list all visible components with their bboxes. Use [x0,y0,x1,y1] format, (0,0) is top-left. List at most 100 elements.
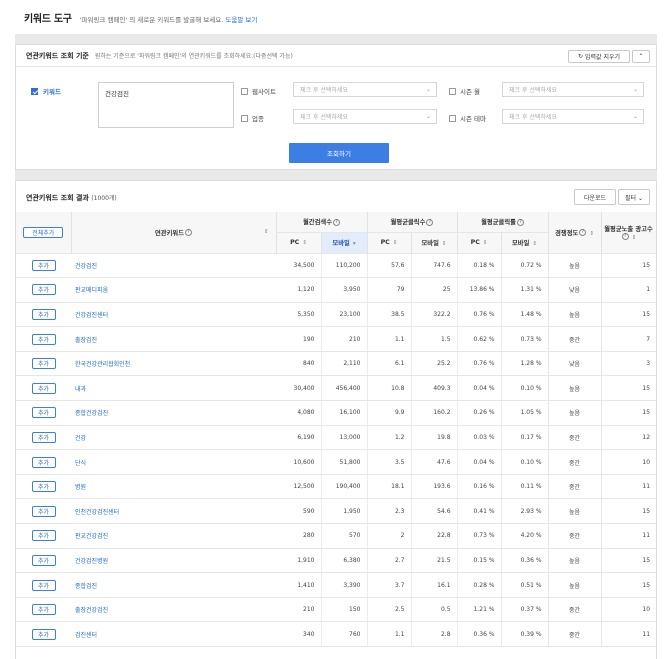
season-theme-checkbox[interactable] [449,114,456,122]
help-link[interactable]: 도움말 보기 [225,16,257,24]
website-checkbox[interactable] [241,87,248,95]
search-pc-label: PC [290,239,300,246]
keyword-link[interactable]: 판교메디피움 [71,277,276,303]
add-keyword-button[interactable]: 추가 [31,604,56,616]
ctr-pc-cell: 0.04 % [456,449,502,475]
search-mobile-cell: 110,200 [320,253,367,279]
add-cell: 추가 [16,351,71,377]
keyword-link[interactable]: 병원 [71,474,276,500]
search-mobile-header[interactable]: 모바일 ▾ [321,232,368,254]
add-keyword-button[interactable]: 추가 [31,358,56,370]
search-pc-header[interactable]: PC ⇕ [276,232,322,254]
keyword-link[interactable]: 건강 [71,425,276,451]
add-keyword-button[interactable]: 추가 [31,284,56,296]
keyword-link[interactable]: 출장건강검진 [71,597,276,623]
keyword-textarea[interactable]: 건강검진 [98,82,234,128]
add-cell: 추가 [16,326,71,352]
ctr-pc-label: PC [470,239,480,246]
keyword-link[interactable]: 검진센터 [71,621,276,647]
add-keyword-button[interactable]: 추가 [31,333,56,345]
search-mobile-cell: 570 [320,523,367,549]
industry-option[interactable]: 업종 [241,113,264,123]
keyword-link[interactable]: 판교건강검진 [71,523,276,549]
search-mobile-cell: 3,390 [320,572,367,598]
keyword-link[interactable]: 한국건강관리협회인천 [71,351,276,377]
table-row: 추가 건강검진 34,500 110,200 57.6 747.6 0.18 % 0.72 %… [16,253,656,279]
keyword-link[interactable]: 출장검진 [71,326,276,352]
table-row: 추가 종합건강검진 4,080 16,100 9.9 160.2 0.26 % 1.05 % 높… [16,400,656,426]
add-keyword-button[interactable]: 추가 [31,431,56,443]
search-pc-cell: 1,410 [276,572,321,598]
season-theme-option[interactable]: 시즌 테마 [449,113,486,123]
keyword-link[interactable]: 건강검진병원 [71,548,276,574]
season-month-select[interactable]: 체크 후 선택하세요 ⌄ [502,82,644,97]
add-keyword-button[interactable]: 추가 [31,382,56,394]
keyword-link[interactable]: 건강검진 [71,253,276,279]
clicks-mobile-cell: 22.8 [410,523,458,549]
help-icon[interactable]: ? [426,218,434,226]
keyword-column-header[interactable]: 연관키워드? ⇕ [71,212,277,254]
keyword-link[interactable]: 인천건강검진센터 [71,498,276,525]
keyword-checkbox-group[interactable]: 키워드 [31,86,61,96]
add-keyword-button[interactable]: 추가 [31,579,56,591]
add-keyword-button[interactable]: 추가 [31,628,56,640]
add-keyword-button[interactable]: 추가 [31,456,56,468]
search-pc-cell: 1,120 [276,277,321,303]
keyword-link[interactable]: 건강검진센터 [71,302,276,328]
chevron-up-icon: ⌃ [638,53,644,60]
keyword-link[interactable]: 종합검진 [71,572,276,598]
help-icon[interactable]: ? [332,218,340,226]
help-icon[interactable]: ? [579,229,587,237]
avg-ad-count-header[interactable]: 월평균노출 광고수? ⇕ [601,212,656,254]
season-theme-select[interactable]: 체크 후 선택하세요 ⌄ [502,109,644,124]
keyword-link[interactable]: 내과 [71,375,276,402]
clicks-pc-label: PC [380,239,390,246]
ctr-pc-cell: 0.28 % [456,572,502,598]
clicks-mobile-cell: 47.6 [410,449,458,475]
collapse-button[interactable]: ⌃ [632,50,650,63]
help-icon[interactable]: ? [516,218,524,226]
industry-checkbox[interactable] [241,114,248,122]
add-keyword-button[interactable]: 추가 [31,530,56,542]
industry-select[interactable]: 체크 후 선택하세요 ⌄ [293,109,437,124]
filter-button[interactable]: 필터 ⌄ [618,189,650,205]
clicks-pc-header[interactable]: PC ⇕ [367,232,412,254]
add-keyword-button[interactable]: 추가 [31,407,56,419]
add-keyword-button[interactable]: 추가 [31,554,56,566]
ctr-pc-header[interactable]: PC ⇕ [457,232,502,254]
add-all-header: 전체추가 [16,212,72,254]
ctr-mobile-header[interactable]: 모바일 ⇕ [501,232,549,254]
clicks-mobile-header[interactable]: 모바일 ⇕ [411,232,458,254]
chevron-down-icon: ⌄ [632,86,638,93]
search-button[interactable]: 조회하기 [289,143,389,163]
help-icon[interactable]: ? [184,229,192,237]
ctr-mobile-cell: 0.37 % [500,597,549,623]
competition-cell: 높음 [547,548,602,574]
ad-count-cell: 15 [601,375,656,402]
ad-count-cell: 11 [601,621,656,647]
table-row: 추가 인천건강검진센터 590 1,950 2.3 54.6 0.41 % 2.93 % 높음 1… [16,498,656,525]
website-select[interactable]: 체크 후 선택하세요 ⌄ [293,82,437,97]
website-option[interactable]: 웹사이트 [241,86,276,96]
add-keyword-button[interactable]: 추가 [31,259,56,271]
season-month-label: 시즌 월 [460,88,481,96]
add-keyword-button[interactable]: 추가 [31,308,56,320]
add-all-button[interactable]: 전체추가 [23,226,64,238]
reset-input-button[interactable]: ↻ 입력값 지우기 [568,50,630,63]
page-title: 키워드 도구 [24,14,72,25]
download-button[interactable]: 다운로드 [574,189,616,205]
ctr-pc-cell: 0.16 % [456,474,502,500]
competition-header[interactable]: 경쟁정도? ⇕ [548,212,602,254]
keyword-link[interactable]: 단식 [71,449,276,475]
help-icon[interactable]: ? [621,233,629,240]
add-keyword-button[interactable]: 추가 [31,505,56,517]
season-month-option[interactable]: 시즌 월 [449,86,480,96]
sort-icon: ⇕ [302,240,307,246]
season-month-checkbox[interactable] [449,87,456,95]
criteria-header: 연관키워드 조회 기준 원하는 기준으로 '파워링크 캠페인'의 연관키워드를 … [16,45,656,67]
ctr-pc-cell: 0.03 % [456,425,502,451]
add-keyword-button[interactable]: 추가 [31,481,56,493]
keyword-checkbox[interactable] [31,87,38,95]
add-cell: 추가 [16,597,71,623]
keyword-link[interactable]: 종합건강검진 [71,400,276,426]
